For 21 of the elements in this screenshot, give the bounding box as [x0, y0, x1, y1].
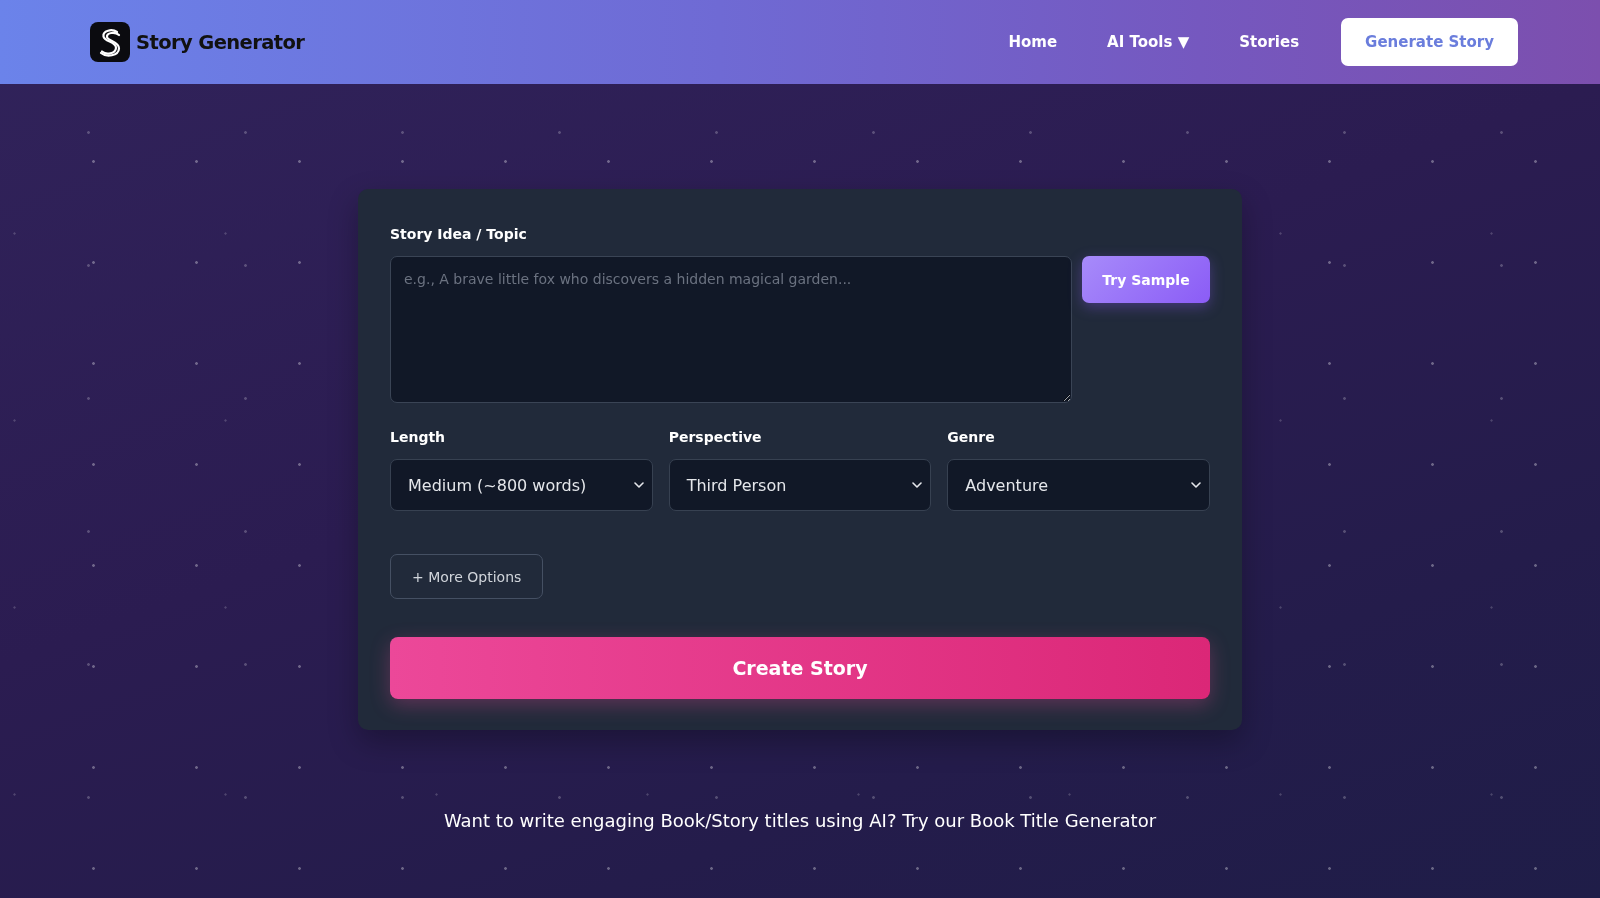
field-label: Story Idea / Topic [390, 225, 528, 244]
try-sample-button[interactable]: Try Sample [1082, 256, 1210, 303]
field-label: Perspective [668, 428, 763, 447]
chevron-down-icon [1191, 482, 1201, 488]
brand-name: Story Generator [136, 30, 305, 54]
nav-link[interactable]: Stories [1239, 33, 1300, 51]
field-label: Genre [947, 428, 996, 447]
more-options-button[interactable]: + More Options [390, 554, 544, 599]
dropdown-select[interactable]: Adventure [947, 459, 1210, 511]
generate-story-button[interactable]: Generate Story [1341, 18, 1518, 66]
story-idea-input[interactable]: e.g., A brave little fox who discovers a hidden magical garden... [390, 256, 1072, 403]
nav-link[interactable]: AI Tools ▼ [1107, 33, 1190, 51]
chevron-down-icon [912, 482, 923, 488]
promo-text: Want to write engaging Book/Story titles using AI? Try our Book Title Generator [442, 810, 1158, 832]
dropdown-select[interactable]: Medium (~800 words) [390, 459, 653, 511]
dropdown-select[interactable]: Third Person [668, 459, 932, 511]
nav-link[interactable]: Home [1008, 33, 1058, 51]
create-story-button[interactable]: Create Story [390, 637, 1210, 699]
chevron-down-icon [633, 482, 644, 488]
field-label: Length [390, 428, 447, 447]
logo-icon[interactable] [90, 22, 130, 62]
